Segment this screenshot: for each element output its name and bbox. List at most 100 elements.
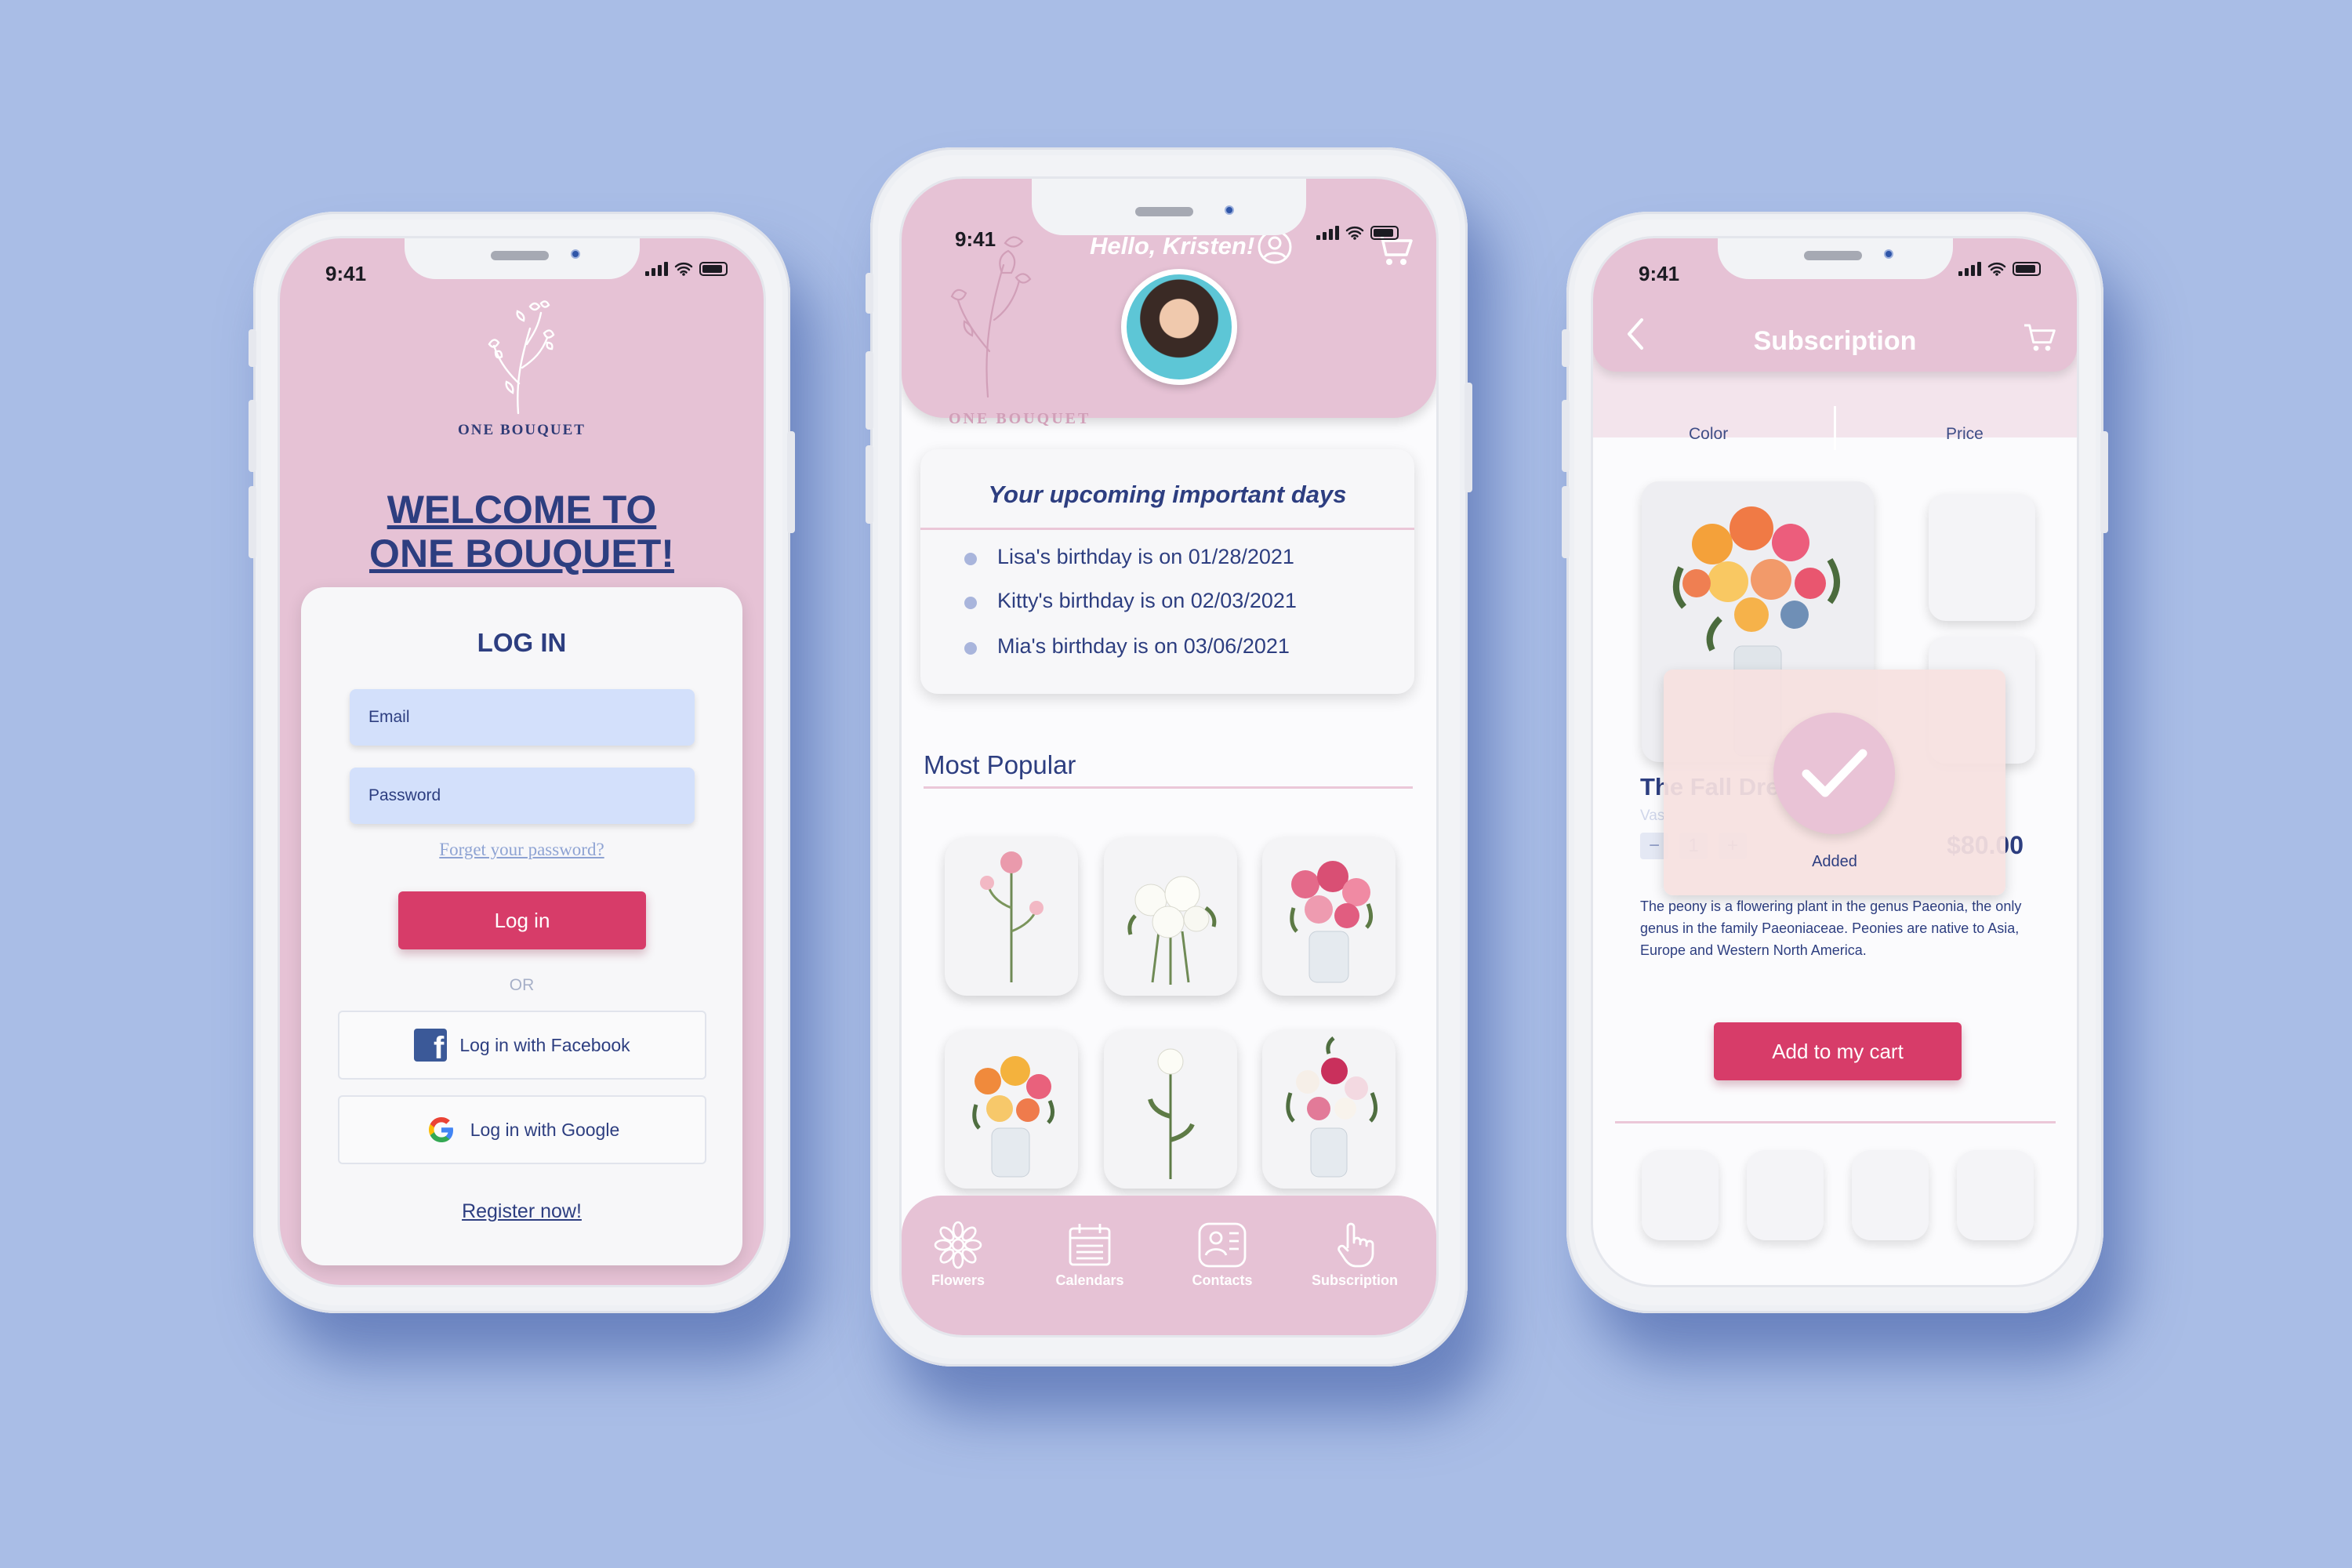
suggestion-tile[interactable]: [1957, 1150, 2034, 1240]
filter-price[interactable]: Price: [1946, 425, 1984, 444]
login-button[interactable]: Log in: [398, 891, 646, 949]
bouquet-tile-6[interactable]: [1262, 1030, 1396, 1189]
divider: [924, 786, 1413, 789]
power-button: [2100, 431, 2108, 533]
facebook-icon: f: [414, 1029, 448, 1062]
status-icons: [1958, 262, 2041, 276]
subscription-phone-frame: Color Price 9:41 Subscription The Fall: [1562, 212, 2108, 1313]
tab-label: Contacts: [1192, 1272, 1253, 1288]
tab-subscription[interactable]: Subscription: [1300, 1218, 1410, 1289]
white-roses-image: [1127, 876, 1217, 985]
bouquet-tile-5[interactable]: [1104, 1030, 1237, 1189]
home-phone-frame: ONE BOUQUET Hello, Kristen! 9:41 Your up…: [866, 147, 1472, 1367]
bouquet-tile-4[interactable]: [945, 1030, 1078, 1189]
wifi-icon: [674, 263, 693, 276]
or-divider: OR: [509, 976, 535, 994]
important-day-item[interactable]: Kitty's birthday is on 02/03/2021: [964, 589, 1297, 613]
status-time: 9:41: [1639, 262, 1680, 285]
status-icons: [1316, 226, 1399, 240]
volume-up-button: [866, 351, 873, 430]
password-field[interactable]: Password: [350, 768, 695, 824]
status-icons: [645, 262, 728, 276]
google-login-button[interactable]: Log in with Google: [338, 1095, 706, 1164]
mute-switch: [249, 329, 256, 367]
check-icon: [1773, 713, 1895, 834]
logo-text: ONE BOUQUET: [458, 422, 586, 438]
battery-icon: [699, 262, 728, 276]
tab-label: Flowers: [931, 1272, 985, 1288]
suggestion-tile[interactable]: [1852, 1150, 1929, 1240]
logo-text: ONE BOUQUET: [949, 410, 1091, 427]
filter-color[interactable]: Color: [1689, 425, 1728, 444]
bouquet-tile-1[interactable]: [945, 837, 1078, 996]
battery-icon: [1370, 226, 1399, 240]
mute-switch: [866, 273, 873, 314]
notch: [1717, 238, 1953, 279]
tab-calendars[interactable]: Calendars: [1035, 1218, 1145, 1289]
status-time: 9:41: [325, 262, 367, 285]
power-button: [787, 431, 795, 533]
flower-icon: [934, 1221, 982, 1269]
product-subtitle: Vas: [1640, 808, 1665, 824]
hand-pointer-icon: [1338, 1222, 1374, 1268]
filter-divider: [1834, 406, 1836, 450]
login-phone-frame: 9:41 ONE BOUQUET WELCOME TO ONE BOUQUET!…: [249, 212, 795, 1313]
add-to-cart-button[interactable]: Add to my cart: [1714, 1022, 1962, 1080]
status-time: 9:41: [955, 227, 996, 251]
mixed-bouquet-image: [972, 1056, 1054, 1178]
signal-icon: [1958, 262, 1981, 276]
signal-icon: [645, 262, 668, 276]
welcome-line-1: WELCOME TO: [387, 488, 657, 532]
wifi-icon: [1345, 227, 1364, 240]
flower-logo-icon: [488, 300, 554, 415]
volume-up-button: [249, 400, 256, 472]
contacts-icon: [1198, 1222, 1247, 1268]
subscription-screen: Color Price 9:41 Subscription The Fall: [1593, 238, 2077, 1285]
calendar-icon: [1069, 1224, 1111, 1266]
volume-down-button: [1562, 486, 1570, 558]
important-day-item[interactable]: Mia's birthday is on 03/06/2021: [964, 634, 1290, 659]
bottom-tab-bar: Flowers Calendars Contacts Subscription: [902, 1196, 1436, 1335]
product-description: The peony is a flowering plant in the ge…: [1640, 898, 2022, 958]
login-title: LOG IN: [477, 628, 567, 657]
signal-icon: [1316, 226, 1339, 240]
suggestion-tile[interactable]: [1642, 1150, 1719, 1240]
avatar[interactable]: [1121, 269, 1237, 385]
google-login-label: Log in with Google: [470, 1119, 620, 1140]
bouquet-tile-3[interactable]: [1262, 837, 1396, 996]
wifi-icon: [1987, 263, 2006, 276]
important-days-card: Your upcoming important days Lisa's birt…: [920, 449, 1414, 694]
google-icon: [428, 1117, 453, 1142]
notch: [404, 238, 640, 279]
suggestion-tile[interactable]: [1747, 1150, 1824, 1240]
facebook-login-button[interactable]: f Log in with Facebook: [338, 1011, 706, 1080]
notch: [1032, 179, 1306, 235]
welcome-line-2: ONE BOUQUET!: [369, 532, 674, 575]
forgot-password-link[interactable]: Forget your password?: [301, 840, 742, 860]
garden-bouquet-image: [1286, 1036, 1377, 1178]
login-screen: 9:41 ONE BOUQUET WELCOME TO ONE BOUQUET!…: [280, 238, 764, 1285]
facebook-login-label: Log in with Facebook: [459, 1034, 630, 1055]
greeting: Hello, Kristen!: [1090, 232, 1255, 260]
product-thumbnail[interactable]: [1929, 494, 2035, 621]
tab-contacts[interactable]: Contacts: [1167, 1218, 1277, 1289]
email-field[interactable]: Email: [350, 689, 695, 746]
home-screen: ONE BOUQUET Hello, Kristen! 9:41 Your up…: [902, 179, 1436, 1335]
white-rose-image: [1148, 1048, 1195, 1179]
most-popular-title: Most Popular: [924, 750, 1076, 779]
power-button: [1465, 383, 1472, 492]
one-bouquet-logo: ONE BOUQUET: [280, 297, 764, 439]
added-confirmation: Added: [1664, 670, 2005, 895]
login-card: LOG IN Email Password Forget your passwo…: [301, 587, 742, 1265]
bouquet-tile-2[interactable]: [1104, 837, 1237, 996]
tab-flowers[interactable]: Flowers: [903, 1218, 1013, 1289]
page-title: Subscription: [1753, 326, 1917, 356]
important-day-item[interactable]: Lisa's birthday is on 01/28/2021: [964, 545, 1294, 569]
register-link[interactable]: Register now!: [301, 1200, 742, 1223]
volume-up-button: [1562, 400, 1570, 472]
volume-down-button: [866, 445, 873, 524]
added-label: Added: [1812, 853, 1857, 870]
tab-label: Subscription: [1311, 1272, 1398, 1288]
battery-icon: [2013, 262, 2041, 276]
important-days-title: Your upcoming important days: [988, 481, 1347, 508]
